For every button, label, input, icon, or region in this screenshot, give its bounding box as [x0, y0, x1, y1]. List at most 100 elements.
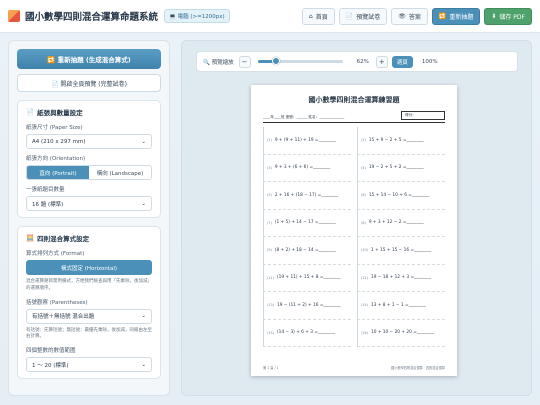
top-bar: 國小數學四則混合運算命題系統 💻 電腦 (>=1200px) ⌂ 首頁 📄 預覽試卷…: [0, 0, 540, 33]
zoom-100-button[interactable]: 100%: [422, 59, 438, 65]
problem-expression: 9 + 3 + (6 + 6) =: [274, 165, 314, 171]
answer-blank: ________: [318, 247, 336, 253]
problem-expression: (14 − 3) + 6 + 3 =: [276, 330, 318, 336]
answer-blank: ________: [406, 137, 424, 143]
worksheet-footer: 第 1 頁 / 1 國小數學四則混合運算 · 四則混合運算: [263, 365, 445, 370]
question-count-value: 16 題 (標準): [32, 201, 64, 208]
problem-item: (7) (1 + 5) + 14 − 17 = ________: [263, 209, 351, 237]
problem-number: (2): [361, 138, 366, 143]
answer-blank: ________: [313, 165, 331, 171]
layout-hint: 混合運算題目需用橫式，方便我們檢查與用「先乘除，後加減」的運算順序。: [26, 279, 152, 291]
problem-item: (4) 19 − 2 + 5 + 2 = ________: [357, 154, 445, 182]
problem-item: (14) 13 + 8 + 1 − 1 = ________: [357, 292, 445, 320]
save-pdf-button[interactable]: ⬇ 儲存 PDF: [484, 7, 532, 25]
parentheses-hint: 有括號：先算括號；無括號：最優先乘除，後加減，同級由左至右計算。: [26, 327, 152, 340]
question-count-label: 一張紙題目數量: [26, 187, 65, 193]
problem-item: (1) 9 + (9 + 11) + 19 = ________: [263, 127, 351, 155]
worksheet-info: ____年____班 座號：______ 姓名：______________ 得…: [263, 111, 445, 123]
answer-button[interactable]: 👁 答案: [391, 7, 428, 25]
zoom-toolbar: 🔍 預覽縮放 − 62% + 適頁 100%: [196, 51, 518, 72]
answer-blank: ________: [406, 220, 424, 226]
problem-expression: (19 + 11) + 15 + 8 =: [276, 275, 324, 281]
paper-size-label: 紙張尺寸 (Paper Size): [26, 125, 83, 131]
problem-number: (10): [361, 248, 368, 253]
range-label: 四個整數的數值範圍: [26, 348, 76, 354]
orientation-toggle: 直向 (Portrait) 橫向 (Landscape): [26, 165, 152, 180]
settings-sidebar: 🔁 重新抽題 (生成混合算式) 📄 開啟全頁預覽 (完整試卷) 📄 紙張與數量設定…: [8, 40, 170, 396]
app-logo-icon: [8, 10, 20, 22]
chevron-down-icon: ⌄: [141, 138, 146, 145]
answer-blank: ________: [414, 275, 432, 281]
worksheet-page: 國小數學四則混合運算練習題 ____年____班 座號：______ 姓名：__…: [251, 85, 457, 376]
problem-item: (8) 9 + 3 + 12 − 2 = ________: [357, 209, 445, 237]
answer-blank: ________: [323, 302, 341, 308]
problem-item: (16) 10 + 10 − 20 + 20 = ________: [357, 319, 445, 347]
refresh-icon: 🔁: [438, 12, 447, 20]
home-button[interactable]: ⌂ 首頁: [301, 7, 335, 25]
chevron-down-icon: ⌄: [141, 361, 146, 368]
zoom-in-button[interactable]: +: [375, 55, 388, 68]
full-preview-button[interactable]: 📄 開啟全頁預覽 (完整試卷): [17, 74, 161, 92]
paper-size-select[interactable]: A4 (210 x 297 mm) ⌄: [26, 134, 152, 149]
chevron-down-icon: ⌄: [141, 200, 146, 207]
problem-number: (6): [361, 193, 366, 198]
question-count-select[interactable]: 16 題 (標準) ⌄: [26, 196, 152, 211]
orientation-landscape[interactable]: 橫向 (Landscape): [89, 166, 151, 179]
range-value: 1 ～ 20 (標準): [32, 362, 69, 369]
problem-expression: 19 − 18 + 12 + 3 =: [370, 275, 415, 281]
problem-expression: (1 + 5) + 14 − 17 =: [274, 220, 319, 226]
footer-note: 國小數學四則混合運算 · 四則混合運算: [390, 366, 445, 370]
answer-blank: ________: [323, 275, 341, 281]
preview-paper-label: 預覽試卷: [356, 13, 381, 21]
problem-item: (10) 1 + 15 + 15 − 16 = ________: [357, 237, 445, 265]
problem-expression: 15 + 9 − 2 + 5 =: [368, 137, 407, 143]
save-pdf-label: 儲存 PDF: [499, 13, 525, 21]
app-title: 國小數學四則混合運算命題系統: [25, 12, 159, 23]
home-icon: ⌂: [308, 12, 313, 20]
problem-number: (5): [267, 193, 272, 198]
problem-expression: 9 + 3 + 12 − 2 =: [368, 220, 407, 226]
zoom-slider-handle[interactable]: [271, 57, 280, 65]
score-box: 得分：: [401, 111, 445, 120]
problem-expression: 19 − (11 + 2) + 16 =: [276, 302, 324, 308]
redraw-label: 重新抽題: [449, 13, 474, 21]
zoom-out-button[interactable]: −: [238, 55, 251, 68]
parentheses-select[interactable]: 有括號＋無括號 混合出題 ⌄: [26, 308, 152, 324]
paper-settings-title: 📄 紙張與數量設定: [26, 107, 152, 117]
orientation-label: 紙張方向 (Orientation): [26, 156, 86, 162]
answer-blank: ________: [406, 165, 424, 171]
zoom-slider[interactable]: [257, 57, 343, 65]
answer-blank: ________: [321, 192, 339, 198]
answer-blank: ________: [408, 302, 426, 308]
orientation-portrait[interactable]: 直向 (Portrait): [27, 166, 89, 179]
paper-size-value: A4 (210 x 297 mm): [32, 138, 86, 145]
problem-expression: 15 + 14 − 10 + 6 =: [368, 192, 412, 198]
problem-expression: 19 − 2 + 5 + 2 =: [368, 165, 407, 171]
chevron-down-icon: ⌄: [141, 313, 146, 319]
problem-expression: 10 + 10 − 20 + 20 =: [370, 330, 417, 336]
range-select[interactable]: 1 ～ 20 (標準) ⌄: [26, 357, 152, 372]
problem-number: (16): [361, 330, 368, 335]
problem-number: (14): [361, 303, 368, 308]
answer-label: 答案: [408, 13, 421, 21]
preview-paper-button[interactable]: 📄 預覽試卷: [338, 7, 388, 25]
problem-grid: (1) 9 + (9 + 11) + 19 = ________ (2) 15 + 9 …: [263, 127, 445, 347]
document-icon: 📄: [345, 12, 354, 20]
problem-expression: 9 + (9 + 11) + 19 =: [274, 137, 319, 143]
problem-number: (15): [267, 330, 274, 335]
answer-blank: ________: [317, 330, 336, 336]
abacus-icon: 🧮: [26, 234, 35, 242]
problem-expression: 13 + 8 + 1 − 1 =: [370, 302, 409, 308]
problem-item: (2) 15 + 9 − 2 + 5 = ________: [357, 127, 445, 155]
generate-button[interactable]: 🔁 重新抽題 (生成混合算式): [17, 49, 161, 69]
layout-horizontal-button[interactable]: 橫式固定 (Horizontal): [26, 260, 152, 275]
answer-blank: ________: [411, 192, 430, 198]
page-number: 第 1 頁 / 1: [263, 366, 279, 370]
problem-number: (12): [361, 275, 368, 280]
problem-item: (11) (19 + 11) + 15 + 8 = ________: [263, 264, 351, 292]
problem-item: (12) 19 − 18 + 12 + 3 = ________: [357, 264, 445, 292]
problem-item: (9) (8 + 2) + 18 − 14 = ________: [263, 237, 351, 265]
device-badge: 💻 電腦 (>=1200px): [164, 9, 230, 23]
fit-page-button[interactable]: 適頁: [391, 55, 413, 68]
redraw-button[interactable]: 🔁 重新抽題: [431, 7, 481, 25]
